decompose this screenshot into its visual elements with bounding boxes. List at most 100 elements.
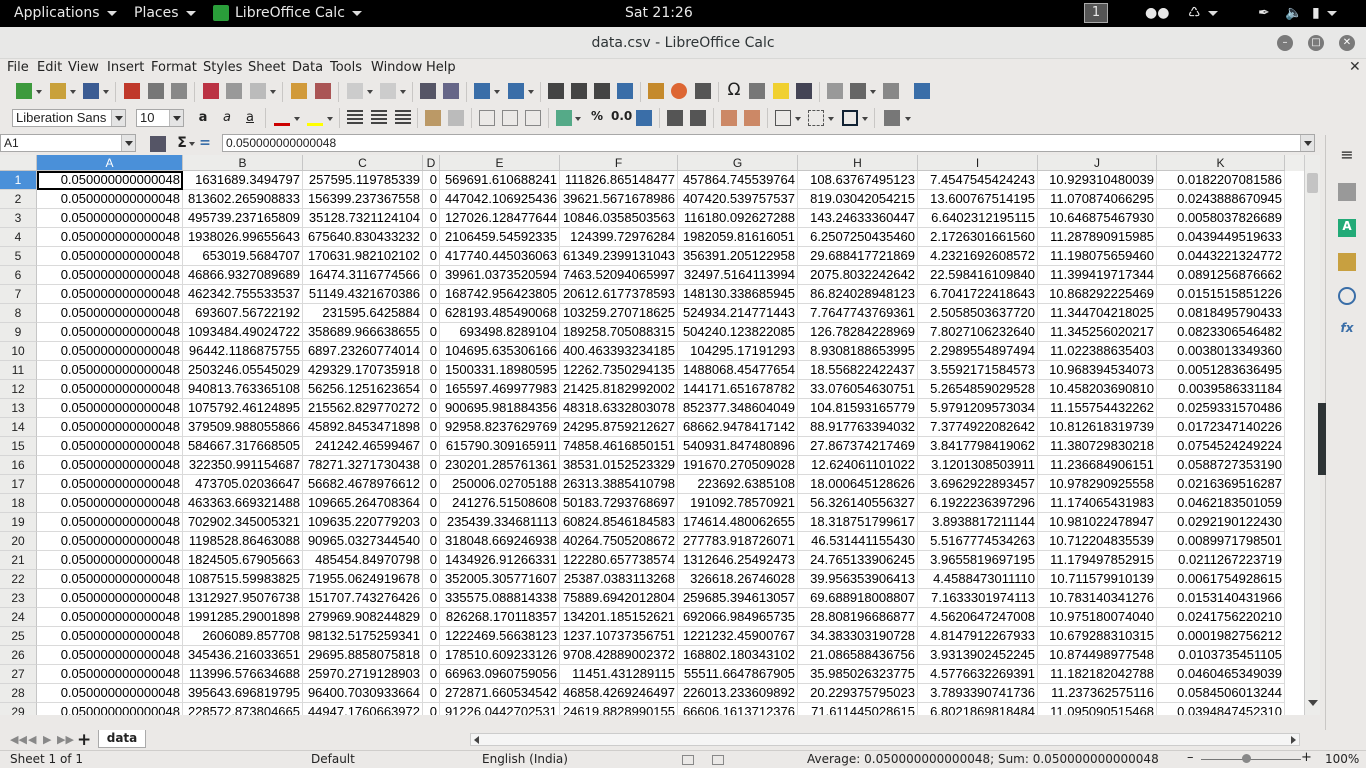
cell-b14[interactable]: 379509.988055866 xyxy=(183,418,303,437)
cell-e8[interactable]: 628193.485490068 xyxy=(440,304,560,323)
cell-g28[interactable]: 226013.233609892 xyxy=(678,684,798,703)
menu-data[interactable]: Data xyxy=(292,60,323,75)
cell-f4[interactable]: 124399.72976284 xyxy=(560,228,678,247)
cell-a18[interactable]: 0.050000000000048 xyxy=(37,494,183,513)
headers-footers-icon[interactable] xyxy=(796,83,812,99)
percent-icon[interactable]: % xyxy=(589,109,605,125)
merge-cells-icon[interactable] xyxy=(448,110,464,126)
cell-f3[interactable]: 10846.0358503563 xyxy=(560,209,678,228)
formula-input[interactable]: 0.050000000000048 xyxy=(222,134,1315,152)
align-top-icon[interactable] xyxy=(479,110,495,126)
cell-e9[interactable]: 693498.8289104 xyxy=(440,323,560,342)
cell-c4[interactable]: 675640.830433232 xyxy=(303,228,423,247)
cell-k23[interactable]: 0.0153140431966 xyxy=(1157,589,1285,608)
cell-e18[interactable]: 241276.51508608 xyxy=(440,494,560,513)
cell-e16[interactable]: 230201.285761361 xyxy=(440,456,560,475)
row-icon[interactable] xyxy=(474,83,490,99)
chevron-down-icon[interactable] xyxy=(1308,700,1318,706)
document-modified-icon[interactable] xyxy=(712,755,724,765)
cell-k4[interactable]: 0.0439449519633 xyxy=(1157,228,1285,247)
sidebar-collapse-handle[interactable] xyxy=(1318,403,1326,475)
insert-mode-icon[interactable] xyxy=(682,755,694,765)
cell-c5[interactable]: 170631.982102102 xyxy=(303,247,423,266)
cell-h10[interactable]: 8.9308188653995 xyxy=(798,342,918,361)
cell-b15[interactable]: 584667.317668505 xyxy=(183,437,303,456)
cell-k17[interactable]: 0.0216369516287 xyxy=(1157,475,1285,494)
cell-e23[interactable]: 335575.088814338 xyxy=(440,589,560,608)
cell-b7[interactable]: 462342.755533537 xyxy=(183,285,303,304)
column-header-k[interactable]: K xyxy=(1157,155,1285,171)
cell-e27[interactable]: 66963.0960759056 xyxy=(440,665,560,684)
cell-b25[interactable]: 2606089.857708 xyxy=(183,627,303,646)
cell-j18[interactable]: 11.174065431983 xyxy=(1038,494,1157,513)
cell-i28[interactable]: 3.7893390741736 xyxy=(918,684,1038,703)
chevron-down-icon[interactable] xyxy=(169,110,183,126)
cell-c18[interactable]: 109665.264708364 xyxy=(303,494,423,513)
column-header-b[interactable]: B xyxy=(183,155,303,171)
first-sheet-icon[interactable]: ◀◀ xyxy=(10,733,27,746)
sum-icon[interactable]: Σ xyxy=(174,135,190,151)
redo-icon[interactable] xyxy=(380,83,396,99)
cell-d12[interactable]: 0 xyxy=(423,380,440,399)
cell-i6[interactable]: 22.598416109840 xyxy=(918,266,1038,285)
comment-icon[interactable] xyxy=(773,83,789,99)
cell-b11[interactable]: 2503246.05545029 xyxy=(183,361,303,380)
cell-h1[interactable]: 108.63767495123 xyxy=(798,171,918,190)
cell-c9[interactable]: 358689.966638655 xyxy=(303,323,423,342)
cell-a2[interactable]: 0.050000000000048 xyxy=(37,190,183,209)
cell-i19[interactable]: 3.8938817211144 xyxy=(918,513,1038,532)
cell-i4[interactable]: 2.1726301661560 xyxy=(918,228,1038,247)
column-header-g[interactable]: G xyxy=(678,155,798,171)
define-print-area-icon[interactable] xyxy=(827,83,843,99)
cell-h22[interactable]: 39.956353906413 xyxy=(798,570,918,589)
cell-d13[interactable]: 0 xyxy=(423,399,440,418)
cell-d7[interactable]: 0 xyxy=(423,285,440,304)
increase-indent-icon[interactable] xyxy=(721,110,737,126)
font-name-box[interactable]: Liberation Sans xyxy=(12,109,126,127)
cell-i17[interactable]: 3.6962922893457 xyxy=(918,475,1038,494)
page-style[interactable]: Default xyxy=(311,752,355,766)
battery-icon[interactable]: ▮ xyxy=(1312,0,1337,27)
copy-icon[interactable] xyxy=(226,83,242,99)
cell-f15[interactable]: 74858.4616850151 xyxy=(560,437,678,456)
menu-edit[interactable]: Edit xyxy=(37,60,62,75)
cell-c1[interactable]: 257595.119785339 xyxy=(303,171,423,190)
cell-a27[interactable]: 0.050000000000048 xyxy=(37,665,183,684)
cell-h28[interactable]: 20.229375795023 xyxy=(798,684,918,703)
menu-insert[interactable]: Insert xyxy=(107,60,144,75)
menu-format[interactable]: Format xyxy=(151,60,197,75)
cell-b5[interactable]: 653019.5684707 xyxy=(183,247,303,266)
cell-d23[interactable]: 0 xyxy=(423,589,440,608)
cell-g7[interactable]: 148130.338685945 xyxy=(678,285,798,304)
insert-chart-icon[interactable] xyxy=(671,83,687,99)
column-header-e[interactable]: E xyxy=(440,155,560,171)
cell-a22[interactable]: 0.050000000000048 xyxy=(37,570,183,589)
cell-e6[interactable]: 39961.0373520594 xyxy=(440,266,560,285)
cell-k13[interactable]: 0.0259331570486 xyxy=(1157,399,1285,418)
cell-a20[interactable]: 0.050000000000048 xyxy=(37,532,183,551)
cell-i15[interactable]: 3.8417798419062 xyxy=(918,437,1038,456)
zoom-level[interactable]: 100% xyxy=(1325,752,1359,766)
sheet-tab-data[interactable]: data xyxy=(98,730,146,748)
cell-d8[interactable]: 0 xyxy=(423,304,440,323)
cell-a15[interactable]: 0.050000000000048 xyxy=(37,437,183,456)
cell-j23[interactable]: 10.783140341276 xyxy=(1038,589,1157,608)
zoom-slider-handle[interactable] xyxy=(1242,754,1251,763)
spelling-icon[interactable] xyxy=(443,83,459,99)
cell-a3[interactable]: 0.050000000000048 xyxy=(37,209,183,228)
pen-icon[interactable]: ✒ xyxy=(1258,0,1270,27)
zoom-in-icon[interactable]: + xyxy=(1301,750,1312,765)
cell-h20[interactable]: 46.531441155430 xyxy=(798,532,918,551)
applications-menu[interactable]: Applications xyxy=(14,0,117,27)
scroll-thumb[interactable] xyxy=(1307,173,1318,193)
cell-a19[interactable]: 0.050000000000048 xyxy=(37,513,183,532)
cell-k19[interactable]: 0.0292190122430 xyxy=(1157,513,1285,532)
cell-f11[interactable]: 12262.7350294135 xyxy=(560,361,678,380)
cell-k2[interactable]: 0.0243888670945 xyxy=(1157,190,1285,209)
cell-g17[interactable]: 223692.6385108 xyxy=(678,475,798,494)
function-wizard-icon[interactable] xyxy=(150,136,166,152)
underline-icon[interactable]: a xyxy=(242,110,258,126)
formula-equals-icon[interactable]: = xyxy=(197,135,213,151)
cell-h29[interactable]: 71.611445028615 xyxy=(798,703,918,715)
cell-g13[interactable]: 852377.348604049 xyxy=(678,399,798,418)
